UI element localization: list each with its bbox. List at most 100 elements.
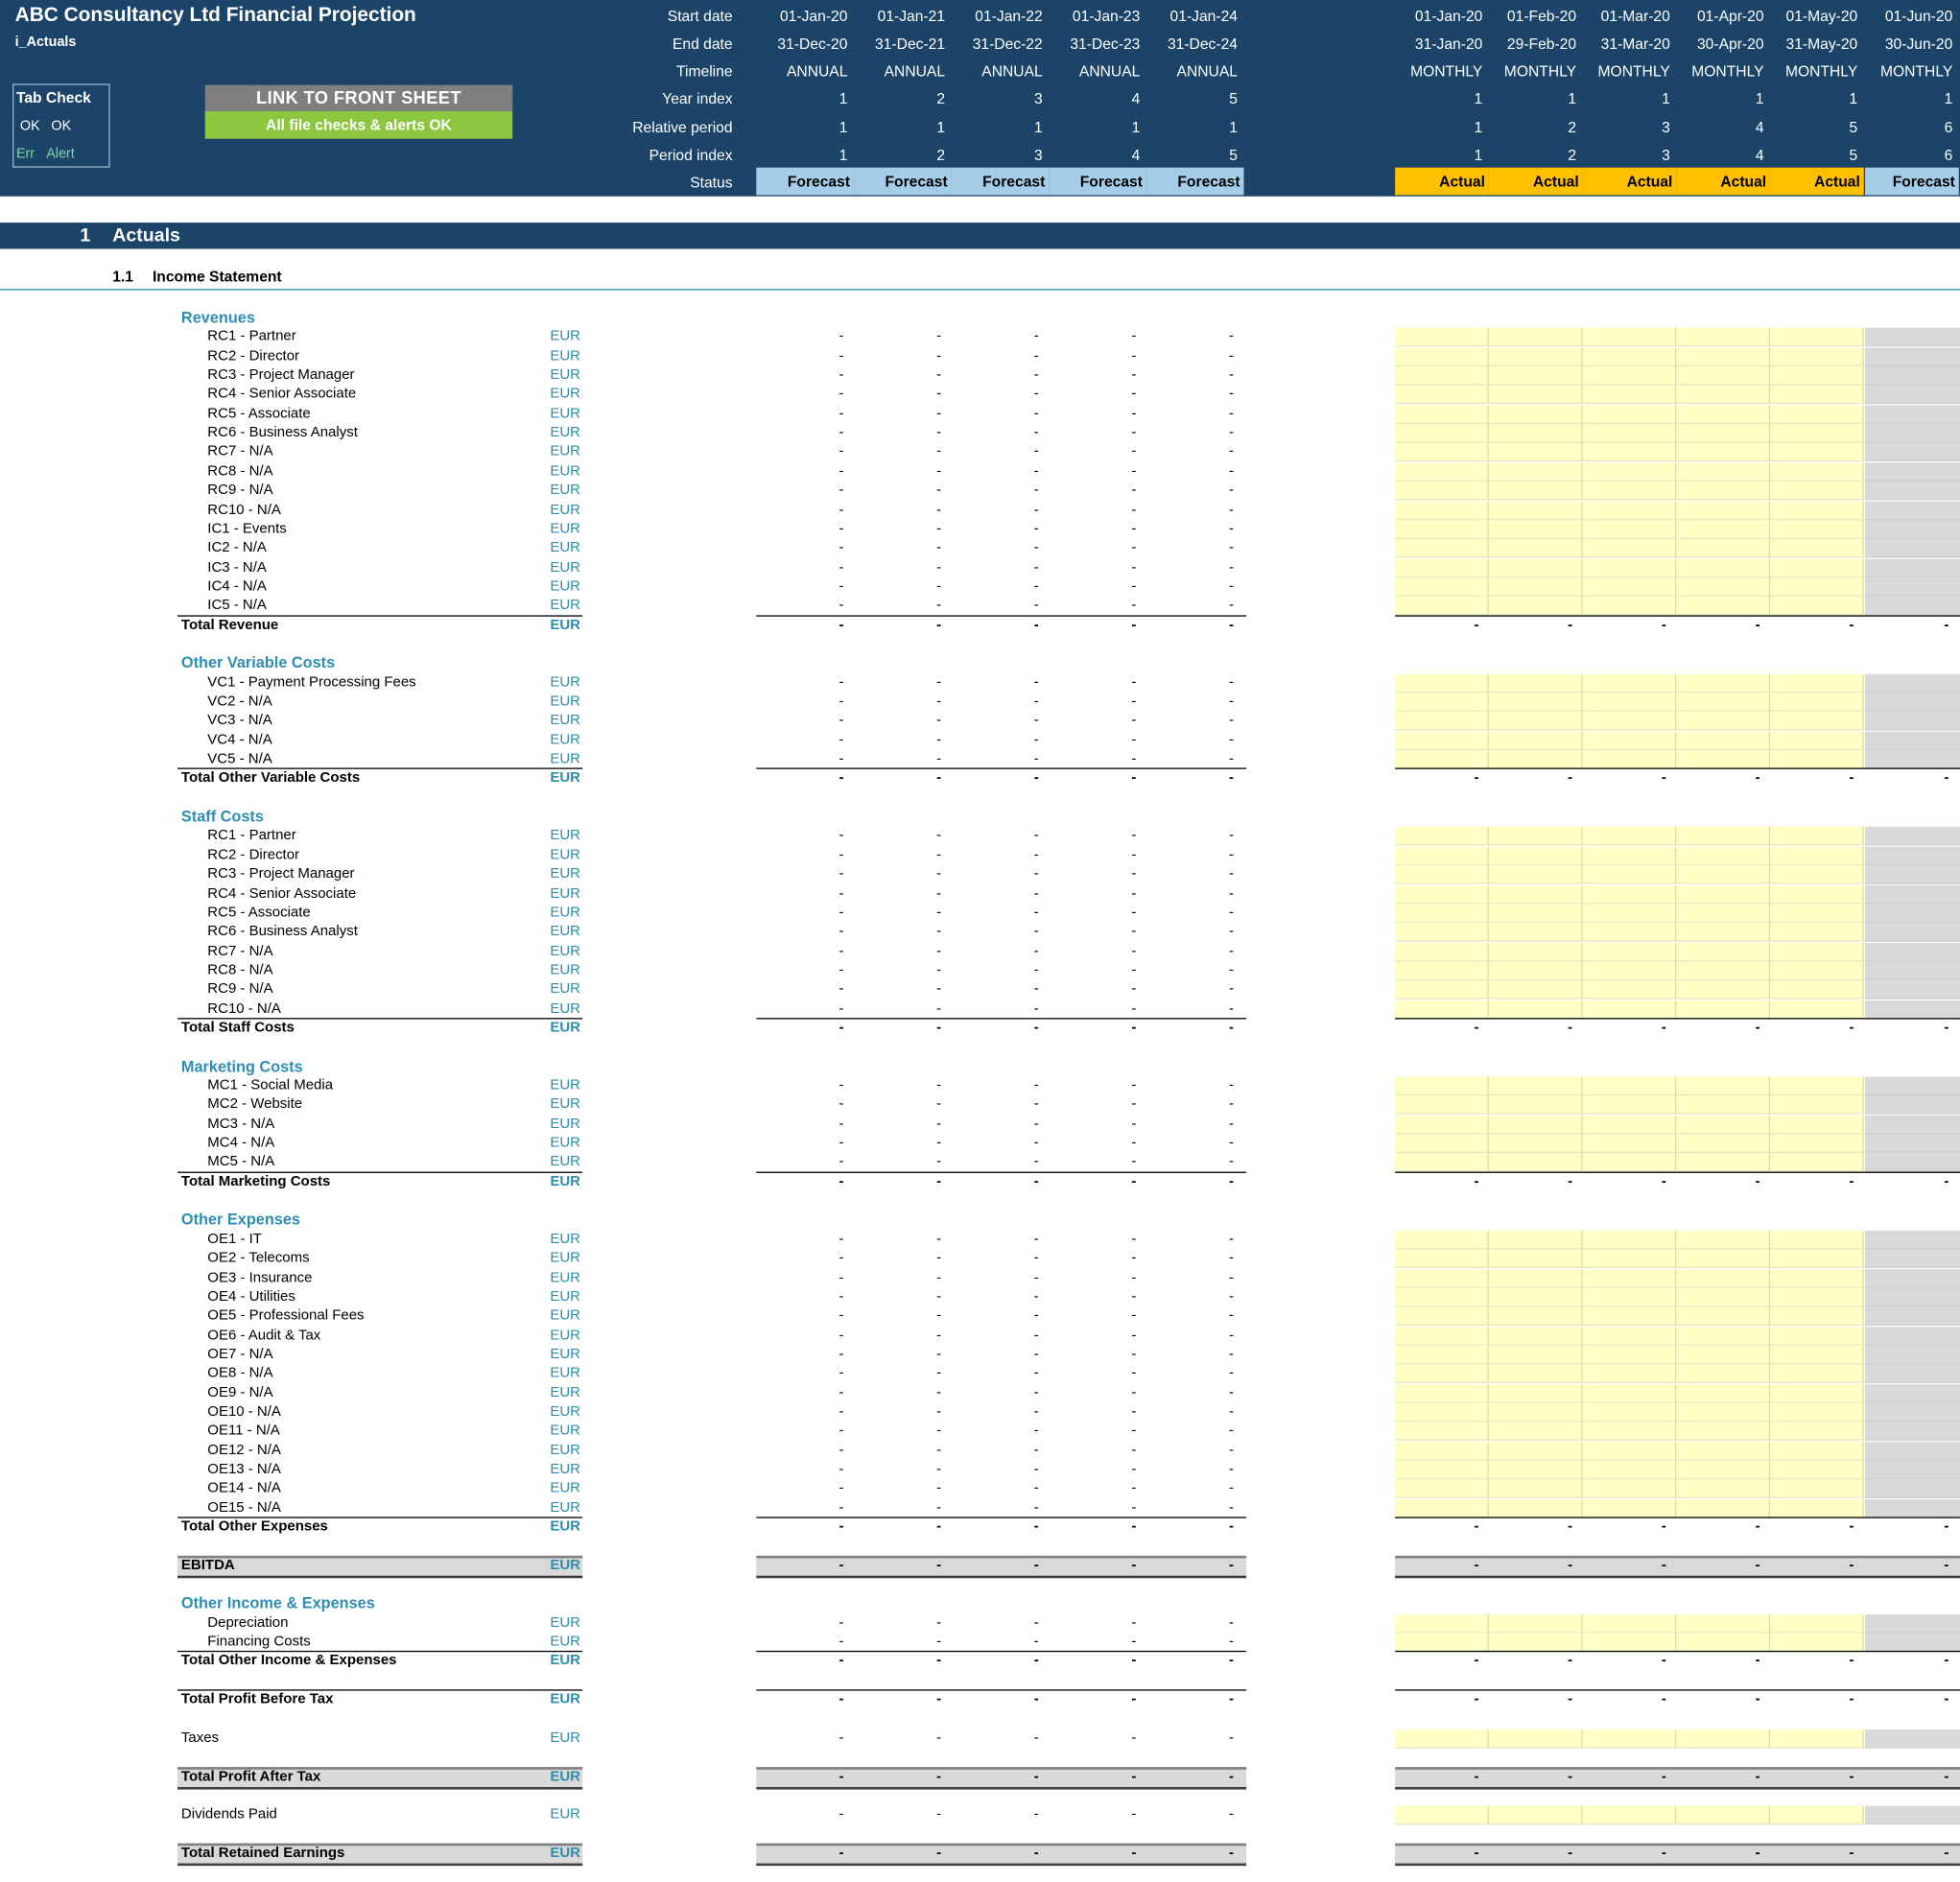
actual-input-cell[interactable] [1488, 865, 1583, 884]
actual-input-cell[interactable] [1770, 1153, 1864, 1172]
actual-input-cell[interactable] [1770, 596, 1864, 616]
actual-input-cell[interactable] [1582, 1442, 1677, 1461]
actual-input-cell[interactable] [1770, 885, 1864, 905]
actual-input-cell[interactable] [1770, 693, 1864, 712]
actual-input-cell[interactable] [1676, 1422, 1771, 1441]
actual-input-cell[interactable] [1488, 405, 1583, 424]
actual-input-cell[interactable] [1770, 558, 1864, 578]
actual-input-cell[interactable] [1395, 1479, 1489, 1498]
actual-input-cell[interactable] [1770, 1384, 1864, 1403]
actual-input-cell[interactable] [1582, 1306, 1677, 1326]
actual-input-cell[interactable] [1488, 1249, 1583, 1268]
actual-input-cell[interactable] [1676, 711, 1771, 731]
actual-input-cell[interactable] [1770, 327, 1864, 347]
actual-input-cell[interactable] [1395, 923, 1489, 942]
actual-input-cell[interactable] [1488, 942, 1583, 962]
actual-input-cell[interactable] [1395, 826, 1489, 846]
actual-input-cell[interactable] [1488, 1076, 1583, 1096]
actual-input-cell[interactable] [1676, 385, 1771, 405]
actual-input-cell[interactable] [1488, 481, 1583, 501]
actual-input-cell[interactable] [1676, 1249, 1771, 1268]
actual-input-cell[interactable] [1582, 596, 1677, 616]
actual-input-cell[interactable] [1395, 327, 1489, 347]
actual-input-cell[interactable] [1582, 385, 1677, 405]
actual-input-cell[interactable] [1582, 423, 1677, 443]
actual-input-cell[interactable] [1488, 538, 1583, 558]
actual-input-cell[interactable] [1582, 1384, 1677, 1403]
actual-input-cell[interactable] [1395, 885, 1489, 905]
actual-input-cell[interactable] [1395, 462, 1489, 482]
actual-input-cell[interactable] [1770, 1115, 1864, 1135]
actual-input-cell[interactable] [1488, 731, 1583, 751]
actual-input-cell[interactable] [1488, 1230, 1583, 1250]
actual-input-cell[interactable] [1488, 327, 1583, 347]
actual-input-cell[interactable] [1395, 405, 1489, 424]
actual-input-cell[interactable] [1676, 327, 1771, 347]
actual-input-cell[interactable] [1676, 442, 1771, 462]
actual-input-cell[interactable] [1395, 1460, 1489, 1480]
actual-input-cell[interactable] [1488, 385, 1583, 405]
actual-input-cell[interactable] [1395, 1115, 1489, 1135]
actual-input-cell[interactable] [1770, 731, 1864, 751]
actual-input-cell[interactable] [1582, 1729, 1677, 1749]
actual-input-cell[interactable] [1582, 365, 1677, 386]
actual-input-cell[interactable] [1582, 904, 1677, 924]
actual-input-cell[interactable] [1582, 693, 1677, 712]
actual-input-cell[interactable] [1488, 347, 1583, 366]
actual-input-cell[interactable] [1395, 1442, 1489, 1461]
actual-input-cell[interactable] [1582, 405, 1677, 424]
actual-input-cell[interactable] [1582, 1230, 1677, 1250]
actual-input-cell[interactable] [1770, 1422, 1864, 1441]
actual-input-cell[interactable] [1395, 904, 1489, 924]
actual-input-cell[interactable] [1488, 1499, 1583, 1518]
actual-input-cell[interactable] [1582, 980, 1677, 1000]
actual-input-cell[interactable] [1770, 1805, 1864, 1825]
actual-input-cell[interactable] [1488, 826, 1583, 846]
actual-input-cell[interactable] [1676, 980, 1771, 1000]
actual-input-cell[interactable] [1395, 1345, 1489, 1365]
actual-input-cell[interactable] [1770, 1306, 1864, 1326]
actual-input-cell[interactable] [1395, 1095, 1489, 1115]
actual-input-cell[interactable] [1676, 1479, 1771, 1498]
link-front-sheet-button[interactable]: LINK TO FRONT SHEET [204, 84, 513, 112]
actual-input-cell[interactable] [1488, 442, 1583, 462]
actual-input-cell[interactable] [1582, 1460, 1677, 1480]
actual-input-cell[interactable] [1395, 1729, 1489, 1749]
actual-input-cell[interactable] [1395, 385, 1489, 405]
actual-input-cell[interactable] [1676, 731, 1771, 751]
actual-input-cell[interactable] [1488, 961, 1583, 981]
actual-input-cell[interactable] [1395, 1805, 1489, 1825]
actual-input-cell[interactable] [1676, 693, 1771, 712]
actual-input-cell[interactable] [1582, 885, 1677, 905]
actual-input-cell[interactable] [1770, 405, 1864, 424]
actual-input-cell[interactable] [1395, 1153, 1489, 1172]
actual-input-cell[interactable] [1676, 1442, 1771, 1461]
actual-input-cell[interactable] [1395, 577, 1489, 597]
actual-input-cell[interactable] [1770, 846, 1864, 866]
actual-input-cell[interactable] [1488, 1805, 1583, 1825]
actual-input-cell[interactable] [1395, 347, 1489, 366]
actual-input-cell[interactable] [1488, 1327, 1583, 1346]
actual-input-cell[interactable] [1488, 577, 1583, 597]
actual-input-cell[interactable] [1488, 501, 1583, 521]
actual-input-cell[interactable] [1395, 980, 1489, 1000]
actual-input-cell[interactable] [1395, 865, 1489, 884]
actual-input-cell[interactable] [1395, 1614, 1489, 1634]
actual-input-cell[interactable] [1770, 1076, 1864, 1096]
actual-input-cell[interactable] [1582, 1134, 1677, 1154]
actual-input-cell[interactable] [1582, 1499, 1677, 1518]
actual-input-cell[interactable] [1770, 711, 1864, 731]
actual-input-cell[interactable] [1676, 558, 1771, 578]
actual-input-cell[interactable] [1770, 1287, 1864, 1307]
actual-input-cell[interactable] [1488, 596, 1583, 616]
actual-input-cell[interactable] [1770, 1249, 1864, 1268]
actual-input-cell[interactable] [1676, 1306, 1771, 1326]
actual-input-cell[interactable] [1488, 1460, 1583, 1480]
actual-input-cell[interactable] [1395, 1076, 1489, 1096]
actual-input-cell[interactable] [1488, 1442, 1583, 1461]
actual-input-cell[interactable] [1770, 1729, 1864, 1749]
actual-input-cell[interactable] [1770, 904, 1864, 924]
actual-input-cell[interactable] [1582, 1364, 1677, 1383]
actual-input-cell[interactable] [1582, 481, 1677, 501]
actual-input-cell[interactable] [1582, 961, 1677, 981]
